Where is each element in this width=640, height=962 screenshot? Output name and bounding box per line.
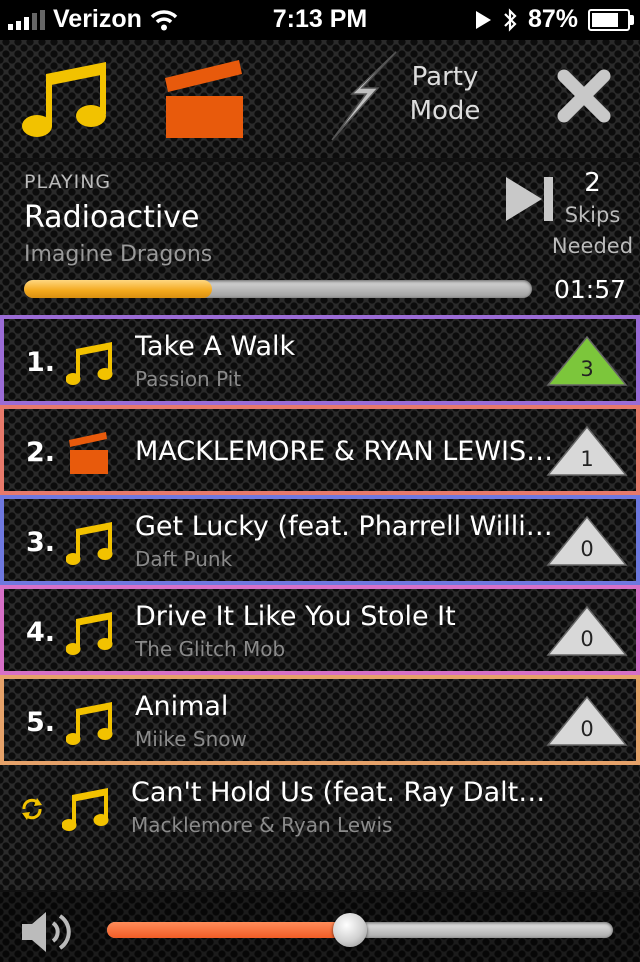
- status-icons: 87%: [474, 5, 634, 34]
- queue-title: Can't Hold Us (feat. Ray Dalton): [131, 777, 551, 808]
- battery-icon: [588, 8, 634, 31]
- media-type: [66, 431, 110, 479]
- vote-count: 1: [580, 447, 594, 471]
- volume-bar: [0, 890, 640, 962]
- music-note-icon: [61, 788, 109, 831]
- video-mode-button[interactable]: [163, 56, 245, 144]
- skips-label: Skips: [564, 203, 621, 227]
- queue-title: Take A Walk: [135, 331, 296, 362]
- skip-count: 2: [584, 168, 601, 198]
- party-label-line1: Party: [411, 62, 479, 92]
- mode-toolbar: Party Mode: [0, 40, 640, 160]
- music-note-icon: [65, 702, 113, 745]
- party-mode-button[interactable]: [330, 50, 400, 146]
- queue-artist: Miike Snow: [135, 727, 247, 751]
- music-note-icon: [65, 612, 113, 655]
- now-playing-artist: Imagine Dragons: [24, 242, 213, 267]
- clapperboard-icon: [165, 60, 243, 138]
- playback-progress: [24, 280, 532, 298]
- upvote-button[interactable]: 1: [546, 425, 628, 477]
- divider: [0, 158, 640, 162]
- upvote-button[interactable]: 0: [546, 605, 628, 657]
- vote-count: 0: [580, 537, 594, 561]
- queue-number: 2.: [26, 437, 56, 468]
- vote-count: 0: [580, 717, 594, 741]
- music-note-icon: [65, 342, 113, 385]
- queue-title: Drive It Like You Stole It: [135, 601, 456, 632]
- speaker-icon: [22, 912, 71, 952]
- media-type: [65, 611, 114, 661]
- queue-title: MACKLEMORE & RYAN LEWIS - CAN'T HOLD US: [135, 436, 555, 467]
- volume-knob[interactable]: [332, 913, 367, 947]
- close-icon: [557, 69, 611, 123]
- queue-row[interactable]: 2. MACKLEMORE & RYAN LEWIS - CAN'T HOLD U…: [0, 405, 640, 495]
- queue-title: Animal: [135, 691, 229, 722]
- speaker-button[interactable]: [20, 910, 76, 958]
- queue-row[interactable]: 3. Get Lucky (feat. Pharrell Williams) Daf…: [0, 495, 640, 585]
- upvote-button[interactable]: 3: [546, 335, 628, 387]
- clapperboard-icon: [69, 432, 108, 474]
- media-type: [65, 521, 114, 571]
- queue-row[interactable]: 5. Animal Miike Snow 0: [0, 675, 640, 765]
- vote-count: 3: [580, 357, 594, 381]
- media-type: [61, 787, 110, 837]
- skip-next-icon: [506, 177, 553, 221]
- play-status-icon: [475, 10, 491, 29]
- music-note-icon: [65, 522, 113, 565]
- upvote-button[interactable]: 0: [546, 695, 628, 747]
- media-type: [65, 701, 114, 751]
- queue-row[interactable]: 4. Drive It Like You Stole It The Glitch M…: [0, 585, 640, 675]
- queue-artist: Macklemore & Ryan Lewis: [131, 813, 393, 837]
- skip-button[interactable]: [504, 175, 554, 227]
- upvote-button[interactable]: 0: [546, 515, 628, 567]
- playing-label: PLAYING: [24, 171, 112, 193]
- now-playing-title: Radioactive: [24, 200, 200, 235]
- elapsed-time: 01:57: [553, 275, 627, 304]
- queue-title: Get Lucky (feat. Pharrell Williams): [135, 511, 555, 542]
- needed-label: Needed: [551, 234, 634, 258]
- party-label-line2: Mode: [409, 96, 481, 126]
- lightning-icon: [331, 51, 397, 141]
- status-bar: Verizon 7:13 PM 87%: [0, 0, 640, 40]
- battery-percent: 87%: [527, 5, 578, 33]
- close-button[interactable]: [556, 68, 612, 128]
- bluetooth-icon: [504, 7, 517, 32]
- party-mode-label: Party Mode: [400, 60, 490, 128]
- queue-number: 1.: [26, 347, 56, 378]
- media-type: [65, 341, 114, 391]
- queue-artist: Passion Pit: [135, 367, 242, 391]
- queue-number: 3.: [26, 527, 56, 558]
- queue-row[interactable]: 1. Take A Walk Passion Pit 3: [0, 315, 640, 405]
- queue-artist: Daft Punk: [135, 547, 233, 571]
- music-mode-button[interactable]: [22, 60, 110, 144]
- queue-row[interactable]: Can't Hold Us (feat. Ray Dalton) Macklemo…: [0, 765, 640, 855]
- queue-number: 4.: [26, 617, 56, 648]
- queue-number: 5.: [26, 707, 56, 738]
- repeat-icon: [18, 795, 46, 827]
- queue-artist: The Glitch Mob: [135, 637, 286, 661]
- music-note-icon: [22, 62, 106, 137]
- vote-count: 0: [580, 627, 594, 651]
